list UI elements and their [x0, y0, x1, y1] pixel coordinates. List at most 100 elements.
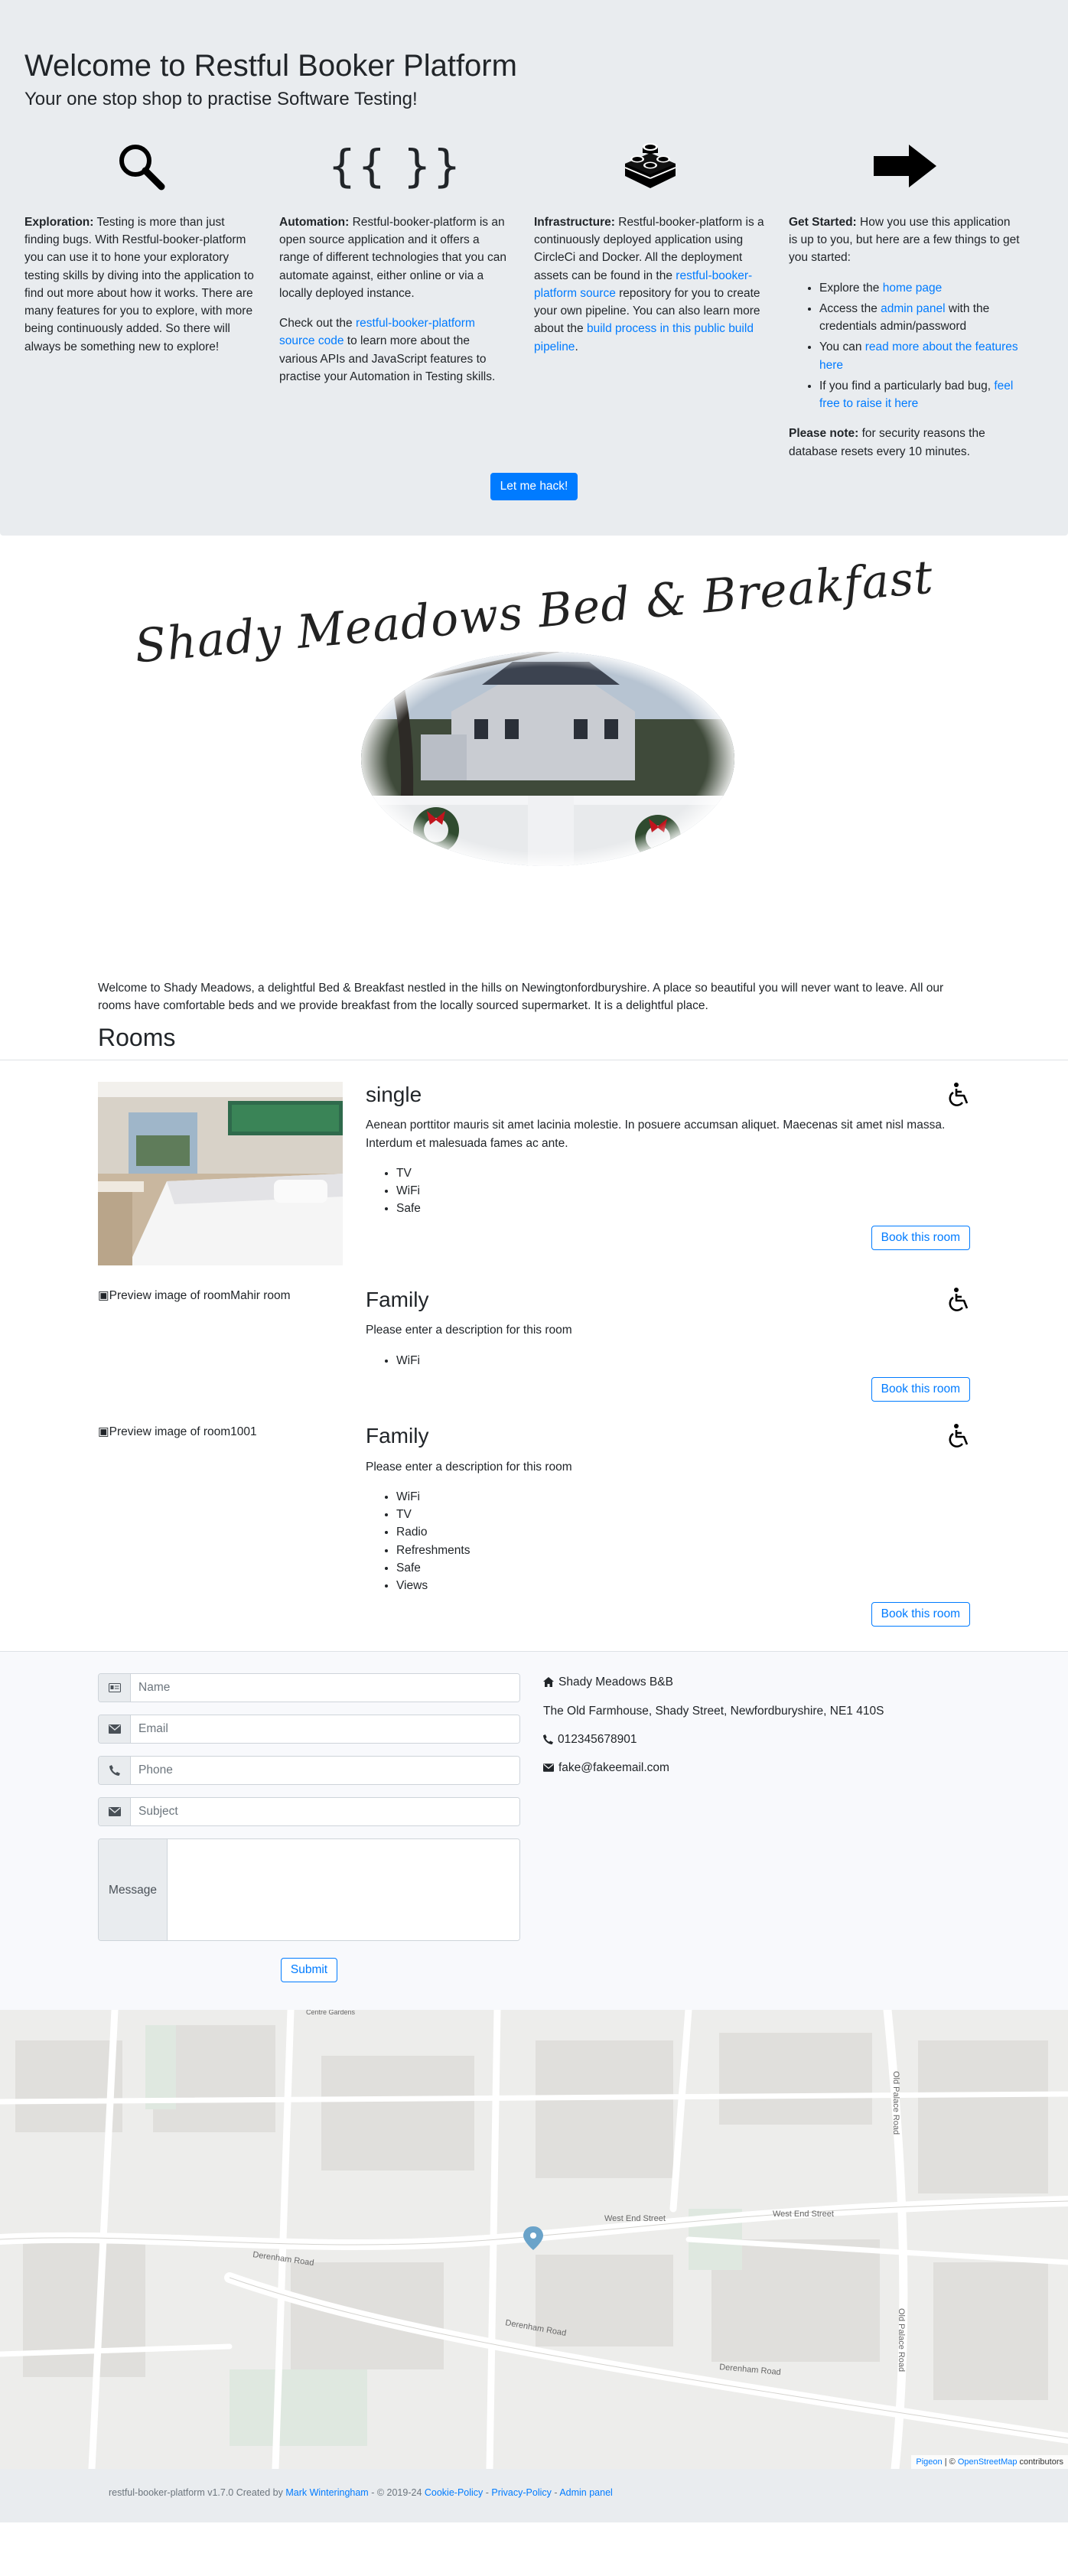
- email-input[interactable]: [131, 1715, 519, 1744]
- room-card: ▣Preview image of room1001 Family Please…: [98, 1423, 970, 1627]
- business-address: The Old Farmhouse, Shady Street, Newford…: [543, 1704, 884, 1718]
- list-item: Access the admin panel with the credenti…: [819, 300, 1021, 336]
- room-description: Please enter a description for this room: [366, 1324, 572, 1337]
- broken-image-icon: ▣: [98, 1288, 109, 1302]
- admin-panel-link[interactable]: admin panel: [881, 302, 945, 315]
- hotel-photo: [361, 652, 734, 866]
- hero-title: Welcome to Restful Booker Platform: [24, 49, 517, 83]
- svg-text:Old Palace Road: Old Palace Road: [897, 2308, 906, 2372]
- infrastructure-text: Infrastructure: Restful-booker-platform …: [534, 215, 764, 353]
- room-features: WiFi: [366, 1352, 970, 1369]
- room-features: TV WiFi Safe: [366, 1164, 970, 1218]
- list-item: TV: [396, 1164, 970, 1182]
- name-input[interactable]: [131, 1674, 519, 1702]
- location-map[interactable]: Derenham Road Derenham Road Derenham Roa…: [0, 2010, 1068, 2470]
- room-name: Family: [366, 1287, 429, 1311]
- business-phone: 012345678901: [543, 1731, 884, 1748]
- automation-text-2: Check out the restful-booker-platform so…: [279, 317, 496, 383]
- wheelchair-icon: [949, 1423, 969, 1448]
- openstreetmap-link[interactable]: OpenStreetMap: [958, 2457, 1018, 2467]
- contact-section: Message Submit Shady Meadows B&B The Old…: [0, 1651, 1068, 2011]
- message-textarea[interactable]: [168, 1839, 519, 1941]
- list-item: Refreshments: [396, 1542, 970, 1559]
- room-card: ▣Preview image of roomMahir room Family …: [98, 1287, 970, 1402]
- search-icon: [24, 137, 256, 195]
- contact-form: Message Submit: [98, 1673, 520, 1983]
- list-item: Explore the home page: [819, 279, 1021, 297]
- feature-infrastructure: Infrastructure: Restful-booker-platform …: [534, 137, 789, 473]
- hero-subtitle: Your one stop shop to practise Software …: [24, 89, 418, 109]
- wheelchair-icon: [949, 1287, 969, 1311]
- phone-icon: [543, 1734, 553, 1744]
- code-braces-icon: {{ }}: [327, 139, 463, 192]
- contact-info: Shady Meadows B&B The Old Farmhouse, Sha…: [543, 1673, 884, 1982]
- svg-text:Old Palace Road: Old Palace Road: [891, 2071, 900, 2135]
- subject-input[interactable]: [131, 1798, 519, 1826]
- svg-text:West End Street: West End Street: [773, 2210, 834, 2219]
- security-note: Please note: for security reasons the da…: [789, 427, 985, 458]
- email-field-group: [98, 1715, 520, 1744]
- feature-columns: Exploration: Testing is more than just f…: [24, 137, 1044, 473]
- rooms-heading: Rooms: [98, 1023, 176, 1051]
- envelope-icon: [99, 1798, 131, 1826]
- let-me-hack-button[interactable]: Let me hack!: [490, 472, 578, 500]
- list-item: You can read more about the features her…: [819, 338, 1021, 374]
- wheelchair-icon: [949, 1082, 969, 1106]
- room-description: Please enter a description for this room: [366, 1460, 572, 1474]
- footer: restful-booker-platform v1.7.0 Created b…: [0, 2469, 1068, 2523]
- svg-text:West End Street: West End Street: [604, 2214, 666, 2223]
- cookie-policy-link[interactable]: Cookie-Policy: [425, 2487, 483, 2498]
- list-item: TV: [396, 1506, 970, 1523]
- business-email: fake@fakeemail.com: [543, 1759, 884, 1776]
- arrow-right-icon: [789, 137, 1021, 195]
- room-name: single: [366, 1082, 422, 1106]
- feature-get-started: Get Started: How you use this applicatio…: [789, 137, 1044, 473]
- map-attribution: Pigeon | © OpenStreetMap contributors: [911, 2454, 1068, 2470]
- list-item: WiFi: [396, 1182, 970, 1200]
- phone-icon: [99, 1757, 131, 1785]
- envelope-icon: [543, 1763, 554, 1772]
- admin-panel-footer-link[interactable]: Admin panel: [559, 2487, 613, 2498]
- privacy-policy-link[interactable]: Privacy-Policy: [491, 2487, 552, 2498]
- phone-input[interactable]: [131, 1757, 519, 1785]
- book-room-button[interactable]: Book this room: [871, 1225, 970, 1250]
- feature-automation: {{ }} Automation: Restful-booker-platfor…: [279, 137, 534, 473]
- room-features: WiFi TV Radio Refreshments Safe Views: [366, 1488, 970, 1595]
- room-list: single Aenean porttitor mauris sit amet …: [98, 1081, 970, 1627]
- room-description: Aenean porttitor mauris sit amet lacinia…: [366, 1119, 946, 1150]
- home-page-link[interactable]: home page: [883, 282, 943, 295]
- room-image-broken: ▣Preview image of roomMahir room: [98, 1288, 291, 1302]
- message-label: Message: [99, 1839, 168, 1941]
- phone-field-group: [98, 1756, 520, 1786]
- message-field-group: Message: [98, 1838, 520, 1942]
- home-icon: [543, 1677, 554, 1688]
- book-room-button[interactable]: Book this room: [871, 1602, 970, 1627]
- list-item: WiFi: [396, 1488, 970, 1506]
- book-room-button[interactable]: Book this room: [871, 1376, 970, 1402]
- author-link[interactable]: Mark Winteringham: [285, 2487, 368, 2498]
- list-item: Radio: [396, 1523, 970, 1541]
- get-started-list: Explore the home page Access the admin p…: [789, 279, 1021, 413]
- svg-text:Centre Gardens: Centre Gardens: [306, 2010, 356, 2016]
- feature-exploration: Exploration: Testing is more than just f…: [24, 137, 279, 473]
- list-item: WiFi: [396, 1352, 970, 1369]
- list-item: Views: [396, 1577, 970, 1594]
- submit-button[interactable]: Submit: [280, 1958, 338, 1983]
- envelope-icon: [99, 1715, 131, 1744]
- map-tiles: Derenham Road Derenham Road Derenham Roa…: [0, 2010, 1068, 2470]
- lego-brick-icon: [534, 137, 766, 195]
- name-field-group: [98, 1673, 520, 1703]
- hotel-description: Welcome to Shady Meadows, a delightful B…: [98, 982, 944, 1013]
- list-item: Safe: [396, 1559, 970, 1577]
- pigeon-link[interactable]: Pigeon: [916, 2457, 942, 2467]
- subject-field-group: [98, 1797, 520, 1827]
- hero-jumbotron: Welcome to Restful Booker Platform Your …: [0, 0, 1068, 536]
- hotel-logo: Shady Meadows Bed & Breakfast: [0, 536, 1068, 979]
- broken-image-icon: ▣: [98, 1425, 109, 1438]
- business-name: Shady Meadows B&B: [543, 1673, 884, 1691]
- automation-text: Automation: Restful-booker-platform is a…: [279, 215, 507, 300]
- get-started-text: Get Started: How you use this applicatio…: [789, 215, 1020, 265]
- room-card: single Aenean porttitor mauris sit amet …: [98, 1081, 970, 1265]
- id-card-icon: [99, 1674, 131, 1702]
- room-image: [98, 1081, 343, 1265]
